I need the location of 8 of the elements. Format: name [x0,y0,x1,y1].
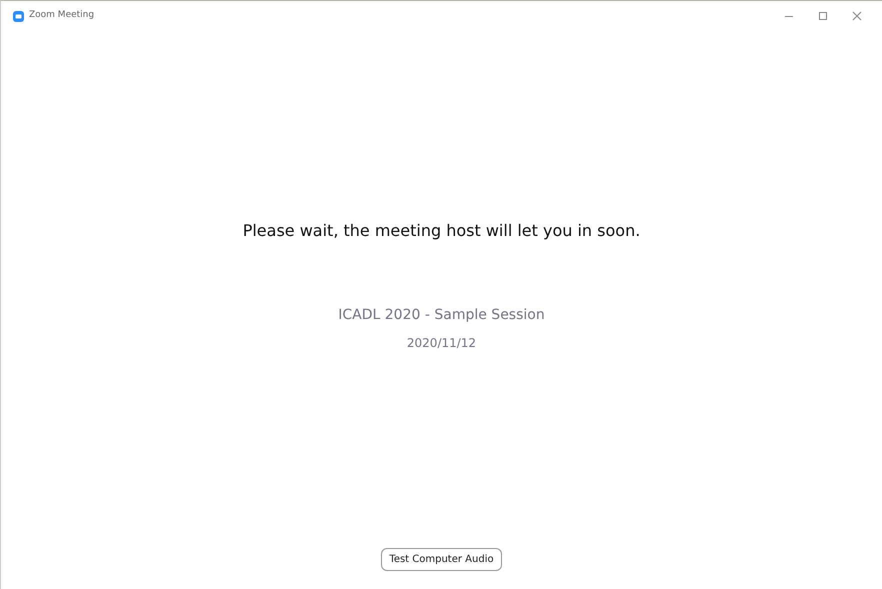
meeting-date: 2020/11/12 [406,335,476,352]
window-title: Zoom Meeting [29,9,94,22]
waiting-message: Please wait, the meeting host will let you in soon. [242,220,640,242]
app-logo-icon [13,10,24,22]
close-icon[interactable] [852,11,862,21]
meeting-topic: ICADL 2020 - Sample Session [338,306,545,325]
test-audio-button[interactable]: Test Computer Audio [381,548,502,571]
maximize-icon[interactable] [818,11,828,21]
